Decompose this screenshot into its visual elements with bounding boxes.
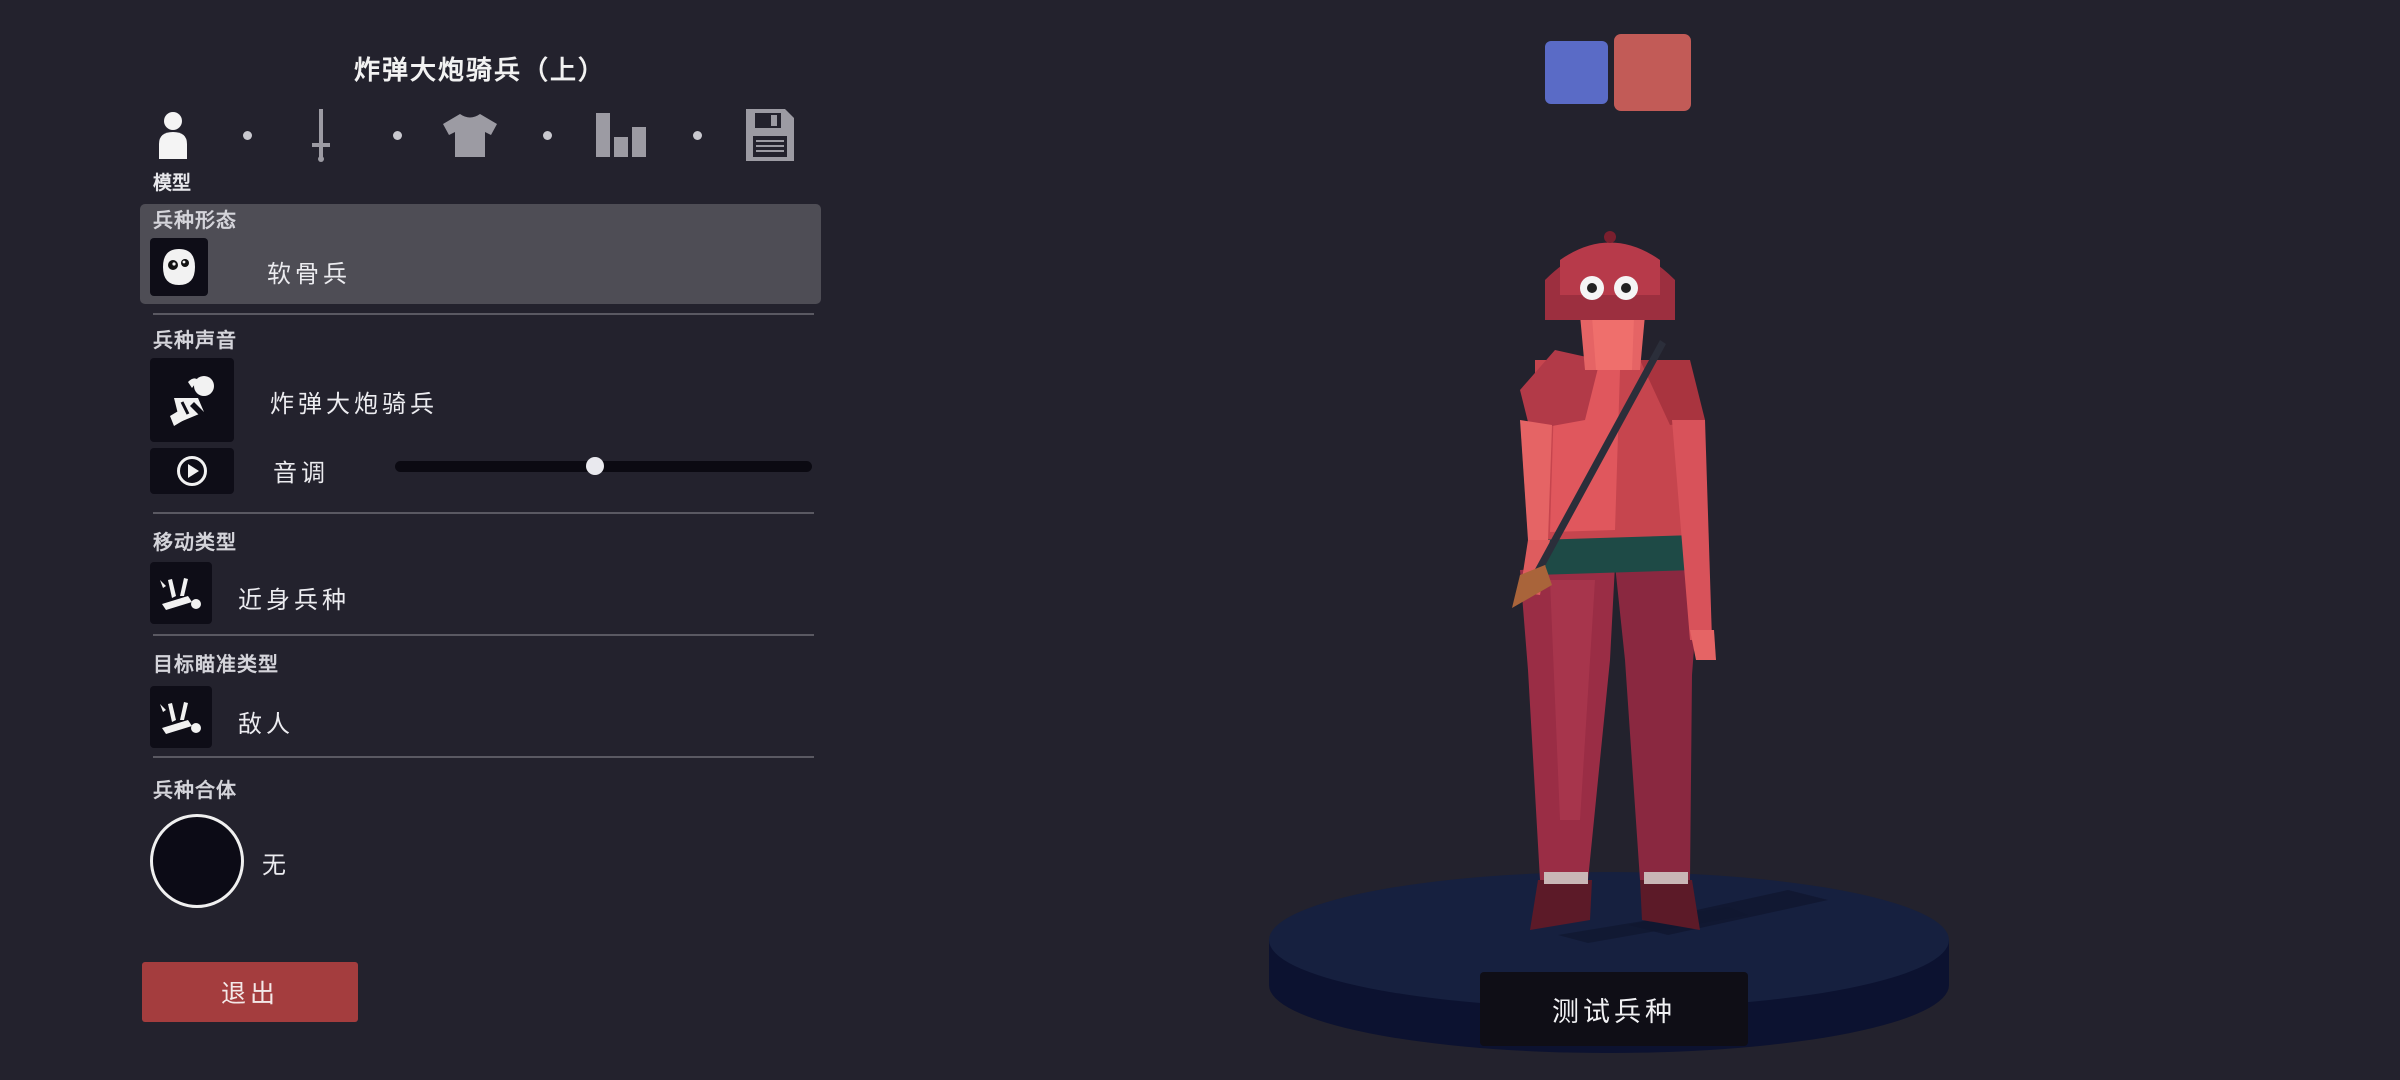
movement-type-value: 近身兵种 xyxy=(238,586,350,614)
play-icon xyxy=(177,456,207,486)
unit-form-row[interactable] xyxy=(140,204,821,304)
tab-separator-dot xyxy=(693,131,702,140)
tab-model-label: 模型 xyxy=(153,172,192,194)
tab-save[interactable] xyxy=(740,105,800,165)
unit-form-value: 软骨兵 xyxy=(267,260,351,288)
section-divider xyxy=(153,634,814,636)
voice-character-icon xyxy=(170,376,214,426)
team-color-blue-swatch[interactable] xyxy=(1545,41,1608,104)
tab-separator-dot xyxy=(243,131,252,140)
ghost-face-icon xyxy=(163,249,195,285)
unit-form-icon-box[interactable] xyxy=(150,238,208,296)
page-title: 炸弹大炮骑兵（上） xyxy=(353,56,606,86)
unit-combine-slot[interactable] xyxy=(150,814,244,908)
enemy-fallen-unit-icon xyxy=(160,702,201,734)
shirt-icon xyxy=(443,114,497,157)
targeting-type-label: 目标瞄准类型 xyxy=(153,652,279,676)
unit-combine-label: 兵种合体 xyxy=(153,778,237,802)
save-icon xyxy=(746,109,794,161)
unit-form-label: 兵种形态 xyxy=(153,208,237,232)
unit-voice-value: 炸弹大炮骑兵 xyxy=(270,390,438,418)
targeting-type-value: 敌人 xyxy=(238,710,294,738)
pitch-slider-thumb[interactable] xyxy=(586,457,605,475)
movement-type-label: 移动类型 xyxy=(153,530,237,554)
unit-combine-value: 无 xyxy=(262,851,290,879)
section-divider xyxy=(153,313,814,315)
person-icon xyxy=(159,112,187,159)
editor-tab-bar xyxy=(140,105,810,195)
tab-separator-dot xyxy=(393,131,402,140)
pitch-label: 音调 xyxy=(273,459,329,487)
unit-voice-icon-box[interactable] xyxy=(150,358,234,442)
tab-clothing[interactable] xyxy=(440,105,500,165)
tab-stats[interactable] xyxy=(591,105,651,165)
section-divider xyxy=(153,756,814,758)
bar-chart-icon xyxy=(596,113,646,157)
targeting-type-icon-box[interactable] xyxy=(150,686,212,748)
tab-separator-dot xyxy=(543,131,552,140)
test-unit-button[interactable]: 测试兵种 xyxy=(1480,972,1748,1046)
tab-weapons[interactable] xyxy=(291,105,351,165)
melee-fallen-unit-icon xyxy=(160,578,201,610)
voice-play-button[interactable] xyxy=(150,448,234,494)
tab-model[interactable] xyxy=(143,105,203,165)
team-color-red-swatch[interactable] xyxy=(1614,34,1691,111)
exit-button[interactable]: 退出 xyxy=(142,962,358,1022)
sword-icon xyxy=(312,109,330,162)
unit-voice-label: 兵种声音 xyxy=(153,328,237,352)
unit-preview-figure xyxy=(1512,231,1716,930)
section-divider xyxy=(153,512,814,514)
movement-type-icon-box[interactable] xyxy=(150,562,212,624)
